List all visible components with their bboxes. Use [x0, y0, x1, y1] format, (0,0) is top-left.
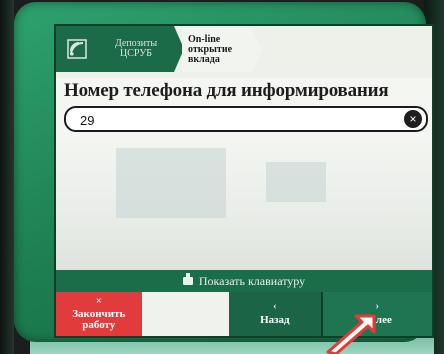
screen-reflection	[56, 138, 432, 270]
clear-icon[interactable]: ×	[404, 110, 422, 128]
kiosk-screen: Депозиты ЦСРУБ On-line открытие вклада Н…	[54, 24, 434, 338]
show-keyboard-label: Показать клавиатуру	[198, 273, 306, 288]
page-title: Номер телефона для информирования	[64, 80, 389, 101]
back-label: Назад	[260, 314, 290, 326]
breadcrumb-deposits[interactable]: Депозиты ЦСРУБ	[98, 26, 184, 72]
back-button[interactable]: ‹ Назад	[229, 292, 321, 336]
kiosk-bezel: Депозиты ЦСРУБ On-line открытие вклада Н…	[14, 2, 434, 342]
pointer-arrow-icon	[326, 314, 376, 354]
show-keyboard-button[interactable]: Показать клавиатуру	[56, 270, 432, 292]
wifi-icon	[67, 39, 87, 59]
finish-label: Закончить работу	[72, 308, 126, 331]
home-button[interactable]	[56, 26, 98, 72]
phone-field-container: ×	[64, 106, 428, 132]
close-icon: ×	[95, 296, 102, 307]
chevron-left-icon: ‹	[273, 301, 277, 312]
phone-input[interactable]	[78, 109, 372, 131]
breadcrumb-online-opening: On-line открытие вклада	[182, 28, 262, 72]
left-background	[0, 0, 14, 354]
breadcrumb: Депозиты ЦСРУБ On-line открытие вклада	[56, 26, 432, 78]
empty-slot	[141, 292, 230, 336]
keyboard-icon	[182, 273, 193, 285]
finish-button[interactable]: × Закончить работу	[56, 292, 142, 336]
